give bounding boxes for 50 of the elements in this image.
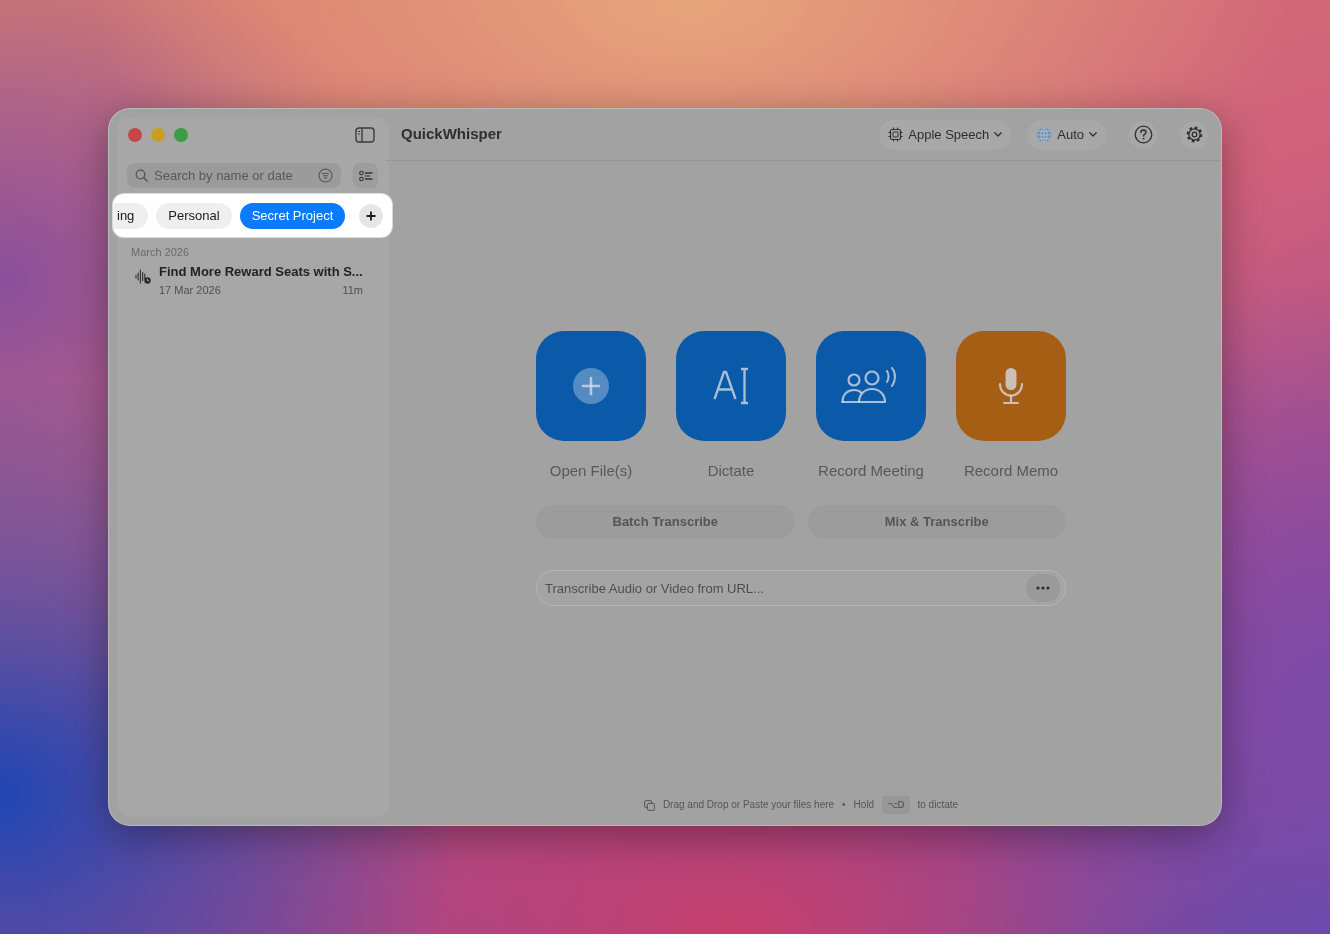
text-cursor-icon bbox=[713, 367, 749, 405]
waveform-icon bbox=[135, 269, 151, 285]
tag-chip[interactable]: ing bbox=[113, 202, 149, 229]
list-icon bbox=[358, 169, 373, 182]
zoom-button[interactable] bbox=[174, 128, 188, 142]
filter-button[interactable] bbox=[318, 168, 333, 183]
copy-icon bbox=[643, 799, 655, 811]
tag-chip[interactable]: Secret Project bbox=[239, 202, 346, 229]
recording-date: 17 Mar 2026 bbox=[159, 283, 221, 297]
action-label: Record Meeting bbox=[818, 462, 924, 480]
separator-text: • bbox=[842, 798, 846, 812]
globe-icon bbox=[1036, 126, 1053, 143]
list-options-button[interactable] bbox=[353, 163, 378, 188]
search-icon bbox=[135, 169, 148, 182]
open-file-button[interactable] bbox=[536, 331, 646, 441]
help-button[interactable] bbox=[1129, 120, 1157, 149]
shortcut-key: ⌥D bbox=[882, 796, 910, 814]
chip-icon bbox=[888, 127, 904, 142]
plus-circle-icon bbox=[572, 367, 610, 405]
record-memo-button[interactable] bbox=[956, 331, 1066, 441]
sidebar-toggle-icon bbox=[355, 127, 375, 143]
recording-title[interactable]: Find More Reward Seats with S... bbox=[159, 263, 363, 280]
add-tag-button[interactable] bbox=[359, 203, 383, 228]
hold-text: Hold bbox=[853, 798, 875, 812]
chevron-down-icon bbox=[1089, 132, 1097, 137]
sidebar-toggle-button[interactable] bbox=[355, 127, 375, 143]
search-field[interactable]: Search by name or date bbox=[127, 163, 341, 188]
help-icon bbox=[1133, 125, 1153, 144]
action-label: Record Memo bbox=[963, 462, 1059, 480]
url-field[interactable]: Transcribe Audio or Video from URL... bbox=[536, 570, 1066, 606]
filter-icon bbox=[318, 168, 333, 183]
recording-duration: 11m bbox=[342, 283, 363, 297]
microphone-icon bbox=[998, 367, 1024, 405]
chevron-down-icon bbox=[994, 132, 1003, 137]
close-button[interactable] bbox=[128, 128, 142, 142]
more-icon bbox=[1036, 586, 1050, 590]
dictate-hint-text: to dictate bbox=[917, 798, 959, 812]
action-label: Dictate bbox=[707, 462, 755, 480]
drop-hint-text: Drag and Drop or Paste your files here bbox=[662, 798, 835, 812]
section-heading: March 2026 bbox=[130, 245, 191, 259]
language-dropdown[interactable]: Auto bbox=[1027, 119, 1106, 150]
settings-icon bbox=[1184, 125, 1204, 144]
action-label: Open File(s) bbox=[549, 462, 633, 480]
record-meeting-button[interactable] bbox=[816, 331, 926, 441]
engine-dropdown[interactable]: Apple Speech bbox=[879, 119, 1012, 150]
tag-chip[interactable]: Personal bbox=[156, 202, 232, 229]
plus-icon bbox=[366, 210, 376, 221]
settings-button[interactable] bbox=[1180, 120, 1208, 149]
dictate-button[interactable] bbox=[676, 331, 786, 441]
window-title: QuickWhisper bbox=[400, 124, 502, 145]
